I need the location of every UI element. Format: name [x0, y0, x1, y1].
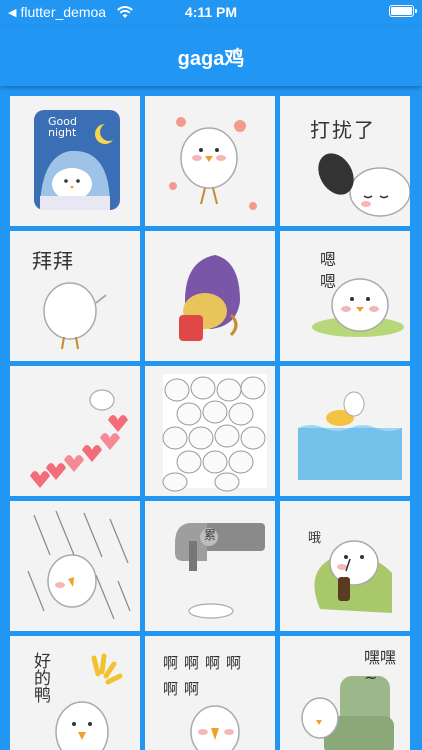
sticker-crowd[interactable] — [145, 366, 275, 496]
sticker-swim[interactable] — [280, 366, 410, 496]
sticker-grid[interactable]: Good night 打扰了 拜拜 嗯嗯 累 哦 好的鸭 啊啊啊啊啊啊 嘿嘿~ — [0, 86, 422, 750]
sticker-ok-text: 好的鸭 — [30, 652, 50, 703]
sticker-bye-text: 拜拜 — [32, 249, 74, 273]
swim-sticker-image — [298, 391, 402, 480]
sticker-disturb-text: 打扰了 — [310, 118, 376, 142]
sticker-tired[interactable]: 累 — [145, 501, 275, 631]
sticker-drink-text: 哦 — [308, 531, 322, 546]
page-title: gaga鸡 — [177, 47, 245, 70]
sticker-hehe-text: 嘿嘿~ — [364, 648, 397, 687]
sticker-hidden[interactable] — [145, 231, 275, 361]
sticker-bye[interactable]: 拜拜 — [10, 231, 140, 361]
sticker-hehe[interactable]: 嘿嘿~ — [280, 636, 410, 750]
rain-sticker-image — [27, 510, 131, 620]
sticker-good-night[interactable]: Good night — [10, 96, 140, 226]
sticker-hmm-text: 嗯嗯 — [317, 251, 336, 295]
sticker-drink[interactable]: 哦 — [280, 501, 410, 631]
hmm-sticker-image — [312, 278, 404, 337]
sticker-aaa-text: 啊啊啊啊啊啊 — [163, 654, 248, 698]
sticker-rain[interactable] — [10, 501, 140, 631]
status-bar: ◀ flutter_demoa 4:11 PM — [0, 0, 422, 26]
status-time: 4:11 PM — [184, 4, 238, 20]
tired-sticker-image — [175, 523, 265, 619]
sticker-ok[interactable]: 好的鸭 — [10, 636, 140, 750]
sticker-disturb[interactable]: 打扰了 — [280, 96, 410, 226]
hearts-sticker-image — [30, 389, 128, 488]
sticker-good-night-text: Good night — [48, 115, 77, 139]
crowd-sticker-image — [162, 374, 267, 492]
sticker-hmm[interactable]: 嗯嗯 — [280, 231, 410, 361]
drink-sticker-image — [314, 540, 392, 613]
app-bar: gaga鸡 — [0, 26, 422, 86]
sticker-aaa[interactable]: 啊啊啊啊啊啊 — [145, 636, 275, 750]
hidden-sticker-image — [179, 255, 240, 341]
sticker-flowers[interactable] — [145, 96, 275, 226]
sticker-hearts[interactable] — [10, 366, 140, 496]
flowers-sticker-image — [169, 117, 257, 210]
sticker-tired-text: 累 — [204, 528, 217, 542]
battery-icon — [389, 5, 417, 17]
bye-sticker-image — [43, 282, 107, 350]
